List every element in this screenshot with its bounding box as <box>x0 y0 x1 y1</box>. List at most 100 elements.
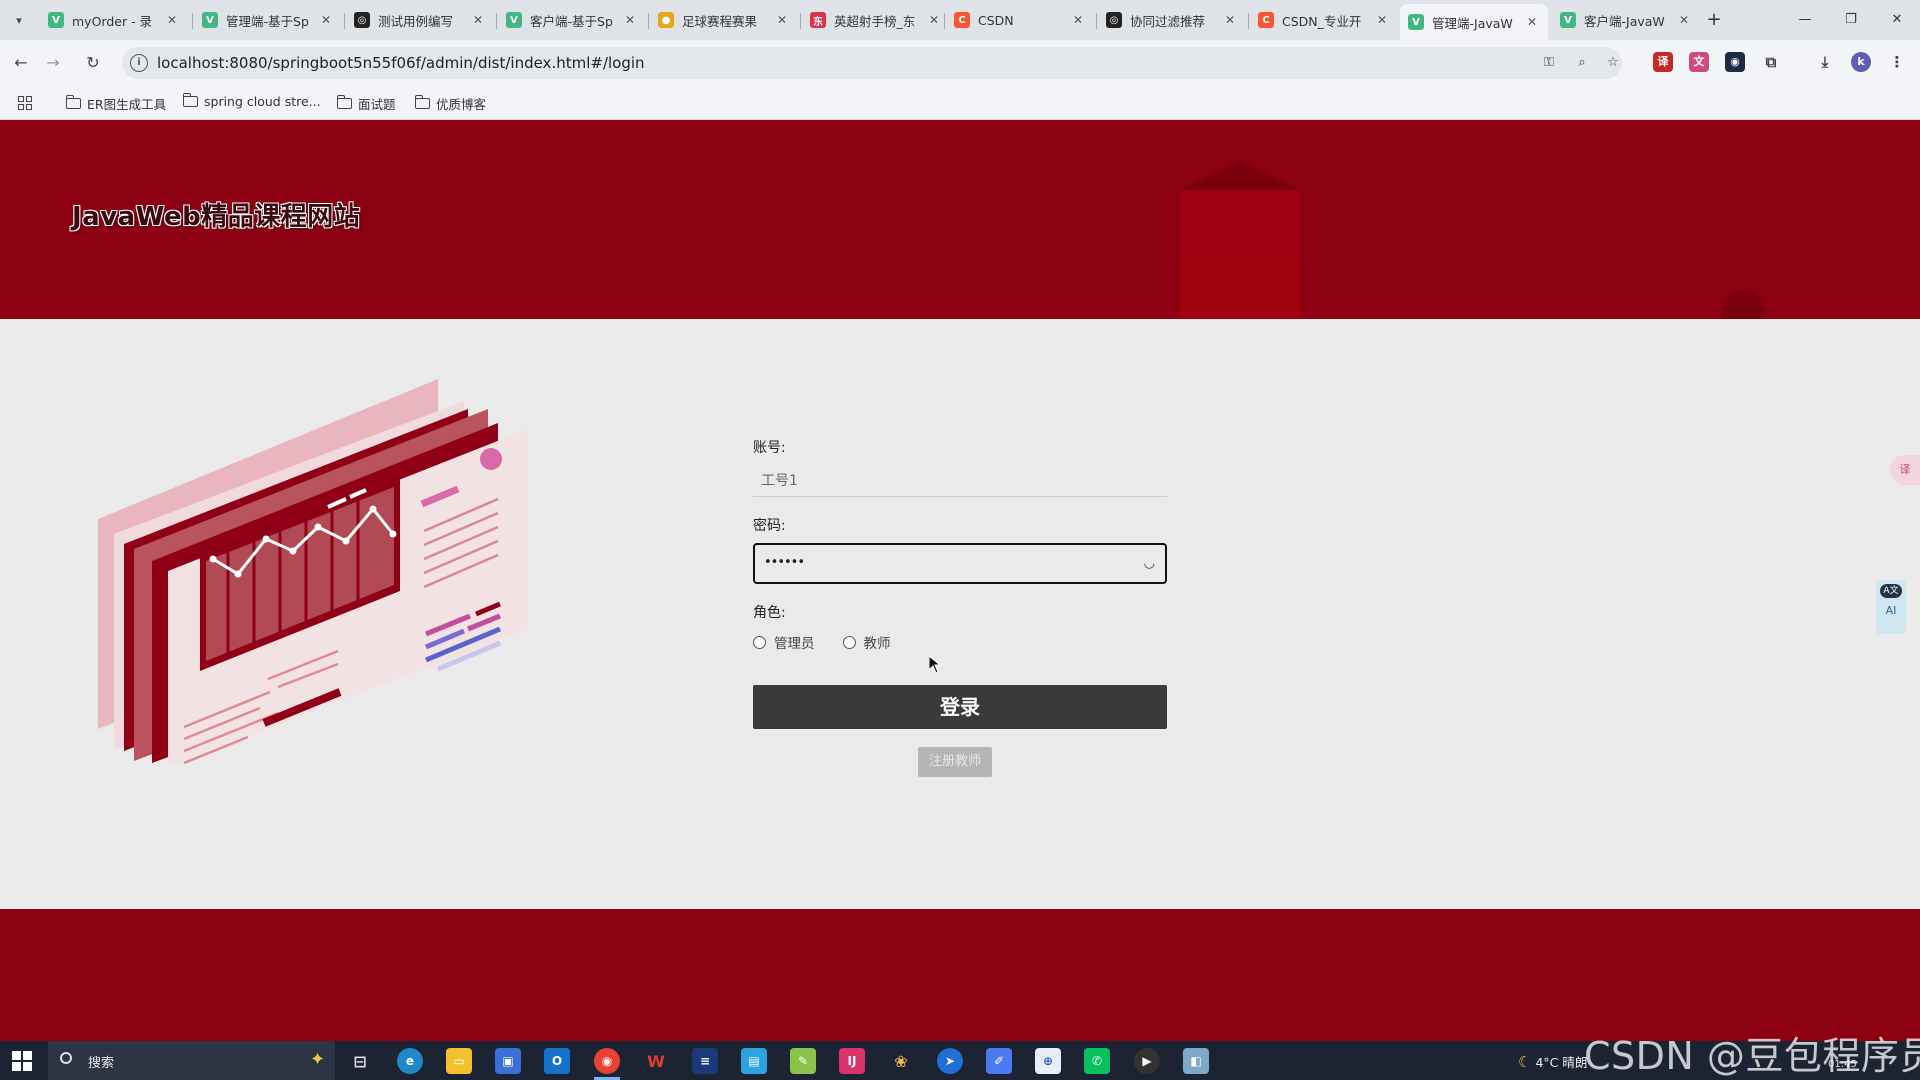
close-tab-icon[interactable]: ✕ <box>164 13 180 27</box>
radio-circle[interactable] <box>842 635 856 649</box>
download-icon[interactable]: ⤓ <box>1815 52 1835 72</box>
close-tab-icon[interactable]: ✕ <box>318 13 334 27</box>
header-decoration-dot <box>1722 290 1764 319</box>
pen-app-icon[interactable]: ✐ <box>986 1048 1012 1074</box>
close-tab-icon[interactable]: ✕ <box>622 13 638 27</box>
browser-tab[interactable]: V 客户端-基于Sp ✕ <box>498 6 646 34</box>
browser-tab[interactable]: C CSDN_专业开 ✕ <box>1250 6 1398 34</box>
navicat-icon[interactable]: ❀ <box>888 1048 914 1074</box>
ide-icon[interactable]: ≡ <box>692 1048 718 1074</box>
reload-icon[interactable]: ↻ <box>82 52 104 74</box>
weather-widget[interactable]: ☾ 4°C 晴朗 <box>1518 1052 1587 1071</box>
close-tab-icon[interactable]: ✕ <box>1374 13 1390 27</box>
browser-tab[interactable]: 东英超射手榜_东 ✕ <box>802 6 950 34</box>
bookmark-folder[interactable]: 面试题 <box>336 94 396 113</box>
extensions-puzzle-icon[interactable]: ⧉ <box>1761 52 1781 72</box>
close-tab-icon[interactable]: ✕ <box>926 13 942 27</box>
outlook-icon[interactable]: O <box>544 1048 570 1074</box>
extension-pink-icon[interactable]: 文 <box>1689 52 1709 72</box>
close-window-icon[interactable]: ✕ <box>1882 8 1912 32</box>
password-key-icon[interactable]: ⚿ <box>1540 54 1558 72</box>
close-tab-icon[interactable]: ✕ <box>470 13 486 27</box>
address-bar[interactable]: i localhost:8080/springboot5n55f06f/admi… <box>122 47 1622 79</box>
role-radio-teacher[interactable]: 教师 <box>842 632 891 652</box>
password-input[interactable]: •••••• ◡ <box>753 543 1167 584</box>
url-text[interactable]: localhost:8080/springboot5n55f06f/admin/… <box>157 54 645 72</box>
minimize-icon[interactable]: — <box>1790 8 1820 32</box>
feishu-icon[interactable]: ➤ <box>937 1048 963 1074</box>
folder-icon <box>182 93 198 107</box>
browser-tab[interactable]: ◎ 协同过滤推荐 ✕ <box>1098 6 1246 34</box>
role-radio-admin[interactable]: 管理员 <box>753 632 815 652</box>
notepad-icon[interactable]: ✎ <box>790 1048 816 1074</box>
bookmarks-bar: ER图生成工具 spring cloud stre... 面试题 优质博客 <box>0 86 1920 120</box>
eye-icon[interactable]: ◡ <box>1144 556 1155 571</box>
role-radio-group: 管理员 教师 <box>753 630 1167 654</box>
player-icon[interactable]: ▶ <box>1134 1048 1160 1074</box>
browser-tab-active[interactable]: V 管理端-JavaW ✕ <box>1400 4 1548 40</box>
account-input[interactable]: 工号1 <box>753 465 1167 497</box>
csdn-icon: C <box>1258 12 1274 28</box>
windows-start-icon[interactable] <box>12 1051 32 1071</box>
password-label: 密码: <box>753 518 786 534</box>
task-view-icon[interactable]: ⊟ <box>347 1048 373 1074</box>
taskbar-search-box[interactable]: 搜索 ✦ <box>48 1041 335 1080</box>
menu-kebab-icon[interactable]: ⋮ <box>1887 52 1907 72</box>
browser-tab[interactable]: C CSDN ✕ <box>946 6 1094 34</box>
zoom-icon[interactable]: ⌕ <box>1573 54 1591 72</box>
login-button[interactable]: 登录 <box>753 685 1167 729</box>
openai-icon: ◎ <box>354 12 370 28</box>
site-footer <box>0 909 1920 1041</box>
header-decoration <box>1180 160 1300 319</box>
browser-tab[interactable]: VmyOrder - 录 ✕ <box>40 6 188 34</box>
folder-icon <box>336 95 352 109</box>
browser-tab[interactable]: V 管理端-基于Sp ✕ <box>194 6 342 34</box>
restore-icon[interactable]: ❐ <box>1836 8 1866 32</box>
translate-widget[interactable]: 译 <box>1890 455 1920 485</box>
new-tab-button[interactable]: + <box>1702 9 1726 31</box>
vue-icon: V <box>202 12 218 28</box>
extension-translate-icon[interactable]: 译 <box>1653 52 1673 72</box>
apps-grid-icon[interactable] <box>18 96 32 110</box>
close-tab-icon[interactable]: ✕ <box>774 13 790 27</box>
close-tab-icon[interactable]: ✕ <box>1676 13 1692 27</box>
store-icon[interactable]: ▣ <box>495 1048 521 1074</box>
bookmark-folder[interactable]: ER图生成工具 <box>65 94 166 113</box>
network-app-icon[interactable]: ⊕ <box>1035 1048 1061 1074</box>
close-tab-icon[interactable]: ✕ <box>1222 13 1238 27</box>
register-teacher-button[interactable]: 注册教师 <box>918 747 992 777</box>
wechat-icon[interactable]: ✆ <box>1084 1048 1110 1074</box>
tab-separator <box>344 13 345 29</box>
intellij-icon[interactable]: IJ <box>839 1048 865 1074</box>
site-info-icon[interactable]: i <box>130 54 148 72</box>
profile-avatar[interactable]: k <box>1851 52 1871 72</box>
extension-dark-icon[interactable]: ◉ <box>1725 52 1745 72</box>
edge-icon[interactable]: e <box>397 1048 423 1074</box>
tab-separator <box>496 13 497 29</box>
bookmark-folder[interactable]: spring cloud stre... <box>182 93 321 109</box>
browser-tab[interactable]: ● 足球赛程赛果 ✕ <box>650 6 798 34</box>
file-explorer-icon[interactable]: ▭ <box>446 1048 472 1074</box>
browser-tab[interactable]: V 客户端-JavaW ✕ <box>1552 6 1700 34</box>
back-icon[interactable]: ← <box>10 52 32 74</box>
openai-icon: ◎ <box>1106 12 1122 28</box>
tab-separator <box>192 13 193 29</box>
wps-icon[interactable]: W <box>643 1048 669 1074</box>
bookmark-folder[interactable]: 优质博客 <box>414 94 486 113</box>
close-tab-icon[interactable]: ✕ <box>1070 13 1086 27</box>
tab-separator <box>1096 13 1097 29</box>
radio-circle[interactable] <box>753 635 766 649</box>
app-blue-icon[interactable]: ▤ <box>741 1048 767 1074</box>
search-icon <box>60 1052 72 1064</box>
ai-assistant-widget[interactable]: A文 AI <box>1876 580 1906 634</box>
chrome-icon[interactable]: ◉ <box>594 1048 620 1074</box>
close-tab-icon[interactable]: ✕ <box>1524 15 1540 29</box>
app-misc-icon[interactable]: ◧ <box>1183 1048 1209 1074</box>
forward-icon[interactable]: → <box>42 52 64 74</box>
ball-icon: ● <box>658 12 674 28</box>
bookmark-star-icon[interactable]: ☆ <box>1604 54 1622 72</box>
tab-separator <box>800 13 801 29</box>
browser-tab[interactable]: ◎ 测试用例编写 ✕ <box>346 6 494 34</box>
tab-search-chevron-icon[interactable]: ▾ <box>8 9 30 31</box>
site-header: JavaWeb精品课程网站 <box>0 120 1920 319</box>
